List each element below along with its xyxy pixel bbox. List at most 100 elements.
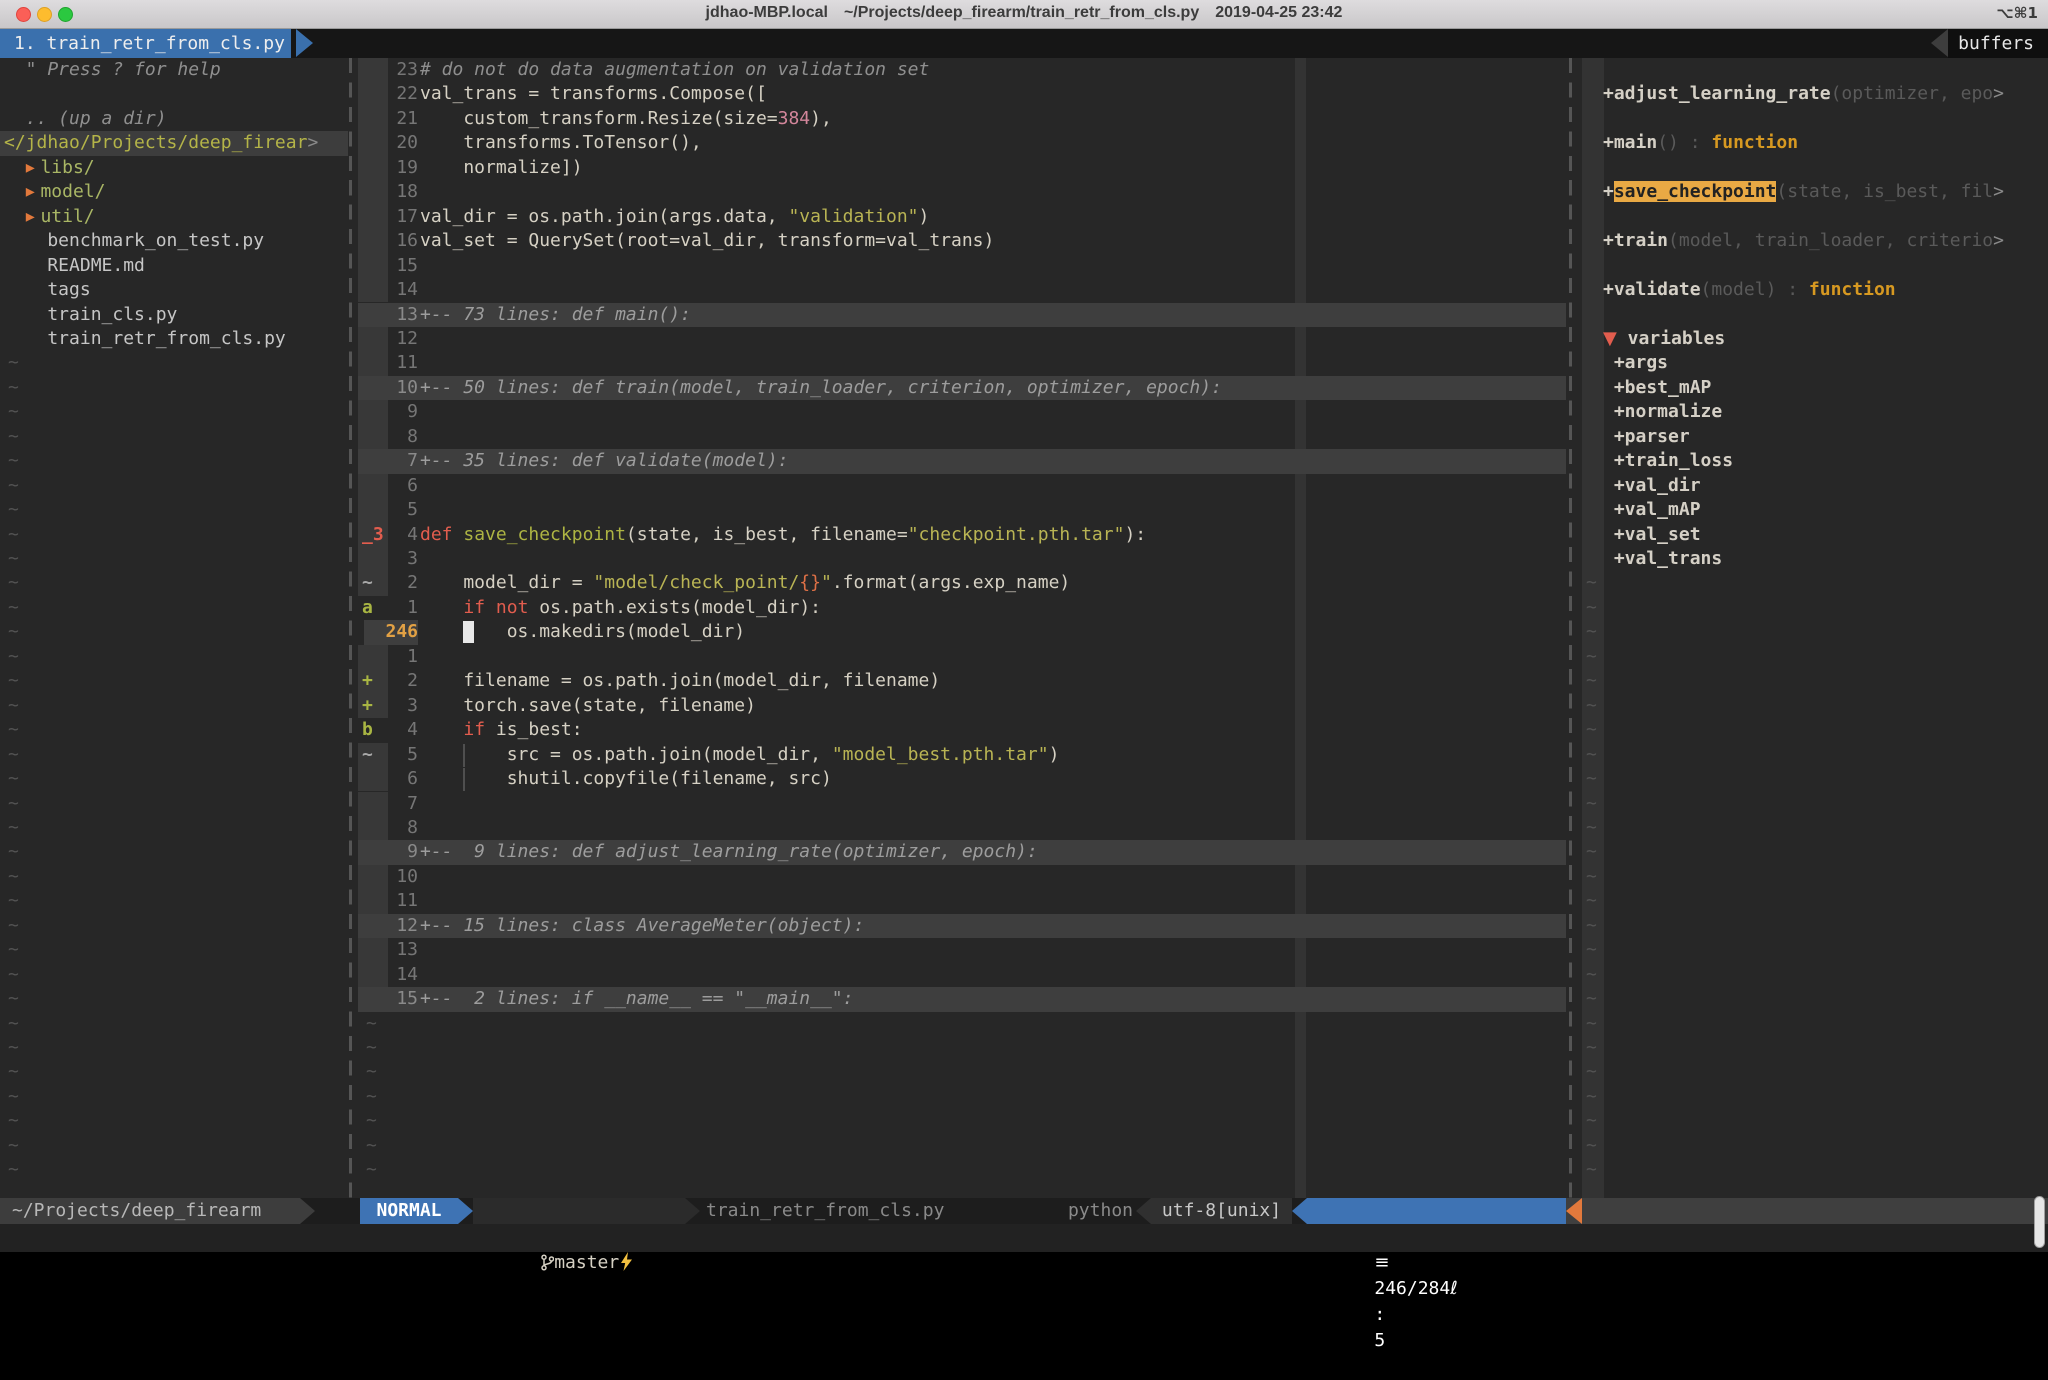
tag-item[interactable]: +val_trans xyxy=(1580,547,2048,571)
buffers-section[interactable]: buffers xyxy=(1948,29,2048,58)
tag-item[interactable]: +best_mAP xyxy=(1580,376,2048,400)
tag-item[interactable]: +args xyxy=(1580,351,2048,375)
tag-item[interactable]: +adjust_learning_rate(optimizer, epo> xyxy=(1580,82,2048,106)
code-line[interactable]: 10 xyxy=(358,865,1566,889)
tag-item[interactable]: +val_dir xyxy=(1580,474,2048,498)
code-line[interactable]: 13+-- 73 lines: def main(): xyxy=(358,303,1566,327)
code-line[interactable]: +3 torch.save(state, filename) xyxy=(358,694,1566,718)
code-line[interactable]: 5 xyxy=(358,498,1566,522)
empty-line: ~ xyxy=(358,1109,1566,1133)
tree-item[interactable]: ▸ libs/ xyxy=(0,156,348,180)
gutter-sign: + xyxy=(362,694,373,718)
tree-item[interactable]: .. (up a dir) xyxy=(0,107,348,131)
empty-line: ~ xyxy=(1580,987,2048,1011)
line-text: +-- 2 lines: if __name__ == "__main__": xyxy=(420,987,853,1011)
code-line[interactable]: 20 transforms.ToTensor(), xyxy=(358,131,1566,155)
tree-item[interactable]: README.md xyxy=(0,254,348,278)
empty-line-tilde: ~ xyxy=(8,669,19,693)
empty-line-tilde: ~ xyxy=(8,596,19,620)
code-line[interactable]: ~5 src = os.path.join(model_dir, "model_… xyxy=(358,743,1566,767)
code-line[interactable]: 14 xyxy=(358,278,1566,302)
code-line[interactable]: 19 normalize]) xyxy=(358,156,1566,180)
code-line[interactable]: 9+-- 9 lines: def adjust_learning_rate(o… xyxy=(358,840,1566,864)
code-line[interactable]: _34def save_checkpoint(state, is_best, f… xyxy=(358,523,1566,547)
code-line[interactable]: 11 xyxy=(358,889,1566,913)
tag-item[interactable]: ▼ variables xyxy=(1580,327,2048,351)
code-line[interactable]: 22val_trans = transforms.Compose([ xyxy=(358,82,1566,106)
tag-item[interactable]: +normalize xyxy=(1580,400,2048,424)
code-line[interactable]: 21 custom_transform.Resize(size=384), xyxy=(358,107,1566,131)
line-number: 8 xyxy=(386,816,418,840)
empty-line: ~ xyxy=(1580,743,2048,767)
empty-line: ~ xyxy=(0,743,348,767)
code-line[interactable]: 18 xyxy=(358,180,1566,204)
line-number: 10 xyxy=(386,376,418,400)
code-line[interactable]: 14 xyxy=(358,963,1566,987)
line-text: +-- 15 lines: class AverageMeter(object)… xyxy=(420,914,864,938)
line-text: +main() : function xyxy=(1603,131,1798,155)
empty-line: ~ xyxy=(1580,694,2048,718)
code-line[interactable]: 17val_dir = os.path.join(args.data, "val… xyxy=(358,205,1566,229)
line-number: 12 xyxy=(386,327,418,351)
code-line[interactable]: 15+-- 2 lines: if __name__ == "__main__"… xyxy=(358,987,1566,1011)
tag-item[interactable]: +save_checkpoint(state, is_best, fil> xyxy=(1580,180,2048,204)
tag-item[interactable]: +main() : function xyxy=(1580,131,2048,155)
tag-item[interactable]: +validate(model) : function xyxy=(1580,278,2048,302)
code-line[interactable]: 13 xyxy=(358,938,1566,962)
tab-active-buffer[interactable]: 1. train_retr_from_cls.py xyxy=(0,29,291,58)
tree-item[interactable]: train_cls.py xyxy=(0,303,348,327)
code-line[interactable]: 7 xyxy=(358,792,1566,816)
code-line[interactable]: ~2 model_dir = "model/check_point/{}".fo… xyxy=(358,571,1566,595)
line-text: train_retr_from_cls.py xyxy=(4,327,286,351)
empty-line: ~ xyxy=(1580,1012,2048,1036)
empty-line-tilde: ~ xyxy=(8,620,19,644)
tag-item[interactable]: +parser xyxy=(1580,425,2048,449)
code-line[interactable]: 11 xyxy=(358,351,1566,375)
code-line[interactable]: 8 xyxy=(358,425,1566,449)
line-number: 22 xyxy=(386,82,418,106)
tag-item[interactable]: +train(model, train_loader, criterio> xyxy=(1580,229,2048,253)
tree-item[interactable]: benchmark_on_test.py xyxy=(0,229,348,253)
tree-item[interactable]: tags xyxy=(0,278,348,302)
code-line[interactable]: 246 os.makedirs(model_dir) xyxy=(358,620,1566,644)
tree-item[interactable]: " Press ? for help xyxy=(0,58,348,82)
code-line[interactable]: 1 xyxy=(358,645,1566,669)
line-number: 12 xyxy=(386,914,418,938)
code-line[interactable]: 6 xyxy=(358,474,1566,498)
code-line[interactable]: 7+-- 35 lines: def validate(model): xyxy=(358,449,1566,473)
tree-item[interactable]: </jdhao/Projects/deep_firear> xyxy=(0,131,348,155)
tagbar-panel: +adjust_learning_rate(optimizer, epo> +ma… xyxy=(1580,58,2048,1198)
code-line[interactable]: 12 xyxy=(358,327,1566,351)
tree-item[interactable]: ▸ util/ xyxy=(0,205,348,229)
code-line[interactable]: 15 xyxy=(358,254,1566,278)
scrollbar-thumb[interactable] xyxy=(2034,1196,2045,1248)
line-text: torch.save(state, filename) xyxy=(420,694,756,718)
empty-line-tilde: ~ xyxy=(8,718,19,742)
vim-command-line[interactable] xyxy=(0,1224,2048,1252)
tree-item[interactable]: train_retr_from_cls.py xyxy=(0,327,348,351)
line-number: 2 xyxy=(386,571,418,595)
sign-column xyxy=(358,229,388,253)
cursor-column: 5 xyxy=(1374,1330,1385,1351)
tag-item[interactable]: +train_loss xyxy=(1580,449,2048,473)
code-line[interactable]: +2 filename = os.path.join(model_dir, fi… xyxy=(358,669,1566,693)
code-line[interactable]: 10+-- 50 lines: def train(model, train_l… xyxy=(358,376,1566,400)
line-number: 3 xyxy=(386,694,418,718)
empty-line: ~ xyxy=(1580,571,2048,595)
code-line[interactable]: 3 xyxy=(358,547,1566,571)
code-line[interactable]: b4 if is_best: xyxy=(358,718,1566,742)
tagbar-statusline-arrow xyxy=(1566,1198,1582,1224)
cursor-position: 246/284 xyxy=(1374,1278,1450,1299)
code-line[interactable]: a1 if not os.path.exists(model_dir): xyxy=(358,596,1566,620)
powerline-separator xyxy=(458,1198,473,1224)
empty-line: ~ xyxy=(0,523,348,547)
tree-item[interactable]: ▸ model/ xyxy=(0,180,348,204)
code-line[interactable]: 23# do not do data augmentation on valid… xyxy=(358,58,1566,82)
tag-item[interactable]: +val_set xyxy=(1580,523,2048,547)
code-line[interactable]: 6 shutil.copyfile(filename, src) xyxy=(358,767,1566,791)
code-line[interactable]: 12+-- 15 lines: class AverageMeter(objec… xyxy=(358,914,1566,938)
tag-item[interactable]: +val_mAP xyxy=(1580,498,2048,522)
code-line[interactable]: 16val_set = QuerySet(root=val_dir, trans… xyxy=(358,229,1566,253)
code-line[interactable]: 9 xyxy=(358,400,1566,424)
code-line[interactable]: 8 xyxy=(358,816,1566,840)
